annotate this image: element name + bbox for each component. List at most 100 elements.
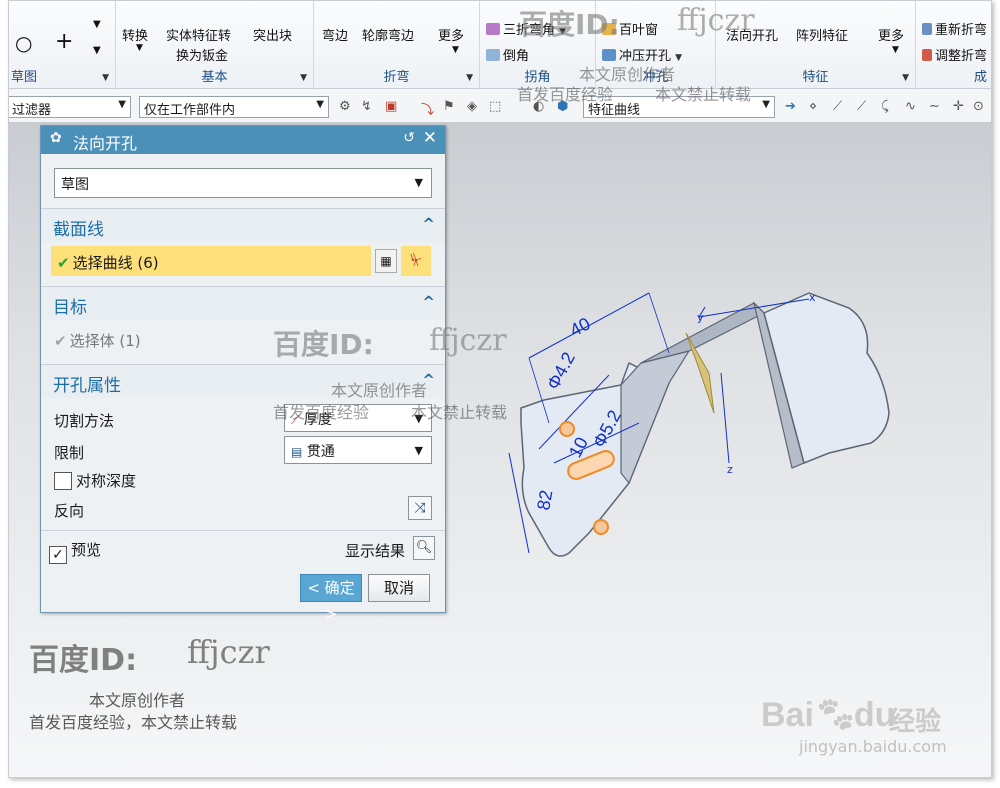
check-icon: ✔ [57,254,70,272]
watermark-id-label: 百度ID: [273,328,374,361]
z-axis-label: z [727,463,733,476]
close-icon[interactable]: ✕ [423,128,437,148]
curve-rule-value: 特征曲线 [588,103,641,118]
symmetric-depth-checkbox[interactable]: 对称深度 [54,470,136,491]
curve-select-icon[interactable]: ⏧ [401,246,431,276]
select-curve-row[interactable]: ✔ 选择曲线 (6) [51,246,371,276]
type-filter-select[interactable]: 过滤器 ▼ [9,96,131,118]
adjust-fold-button[interactable]: 调整折弯 [922,45,987,64]
chevron-down-icon[interactable]: ▼ [300,73,307,83]
jingyan-url: jingyan.baidu.com [799,737,947,756]
y-axis-label: y [697,311,704,324]
target-header[interactable]: 目标 ^ [41,286,445,320]
refold-icon [922,23,932,35]
through-all-icon: ▤ [291,445,303,459]
select-body-row[interactable]: ✔ 选择体 (1) [54,330,141,351]
select-all-icon[interactable]: ▣ [385,99,397,114]
chevron-down-icon[interactable]: ▼ [136,43,143,53]
show-result-icon[interactable]: 🔍︎ [413,536,435,560]
section-curve-header[interactable]: 截面线 ^ [41,208,445,242]
reset-icon[interactable]: ↺ [403,130,415,146]
punch-icon [602,49,616,61]
ok-button[interactable]: < 确定 > [300,574,362,623]
right-flange-face[interactable] [763,292,890,465]
chevron-down-icon[interactable]: ▼ [452,45,459,55]
chamfer-button[interactable]: 倒角 [486,45,529,64]
symmetric-depth-label: 对称深度 [76,472,137,490]
contour-flange-button[interactable]: 轮廓弯边 [362,25,414,44]
z-axis-line [720,372,730,464]
line-icon[interactable]: ⟋ [833,99,842,114]
limit-label: 限制 [54,444,85,462]
watermark-text: 本文原创作者 [89,691,186,710]
wave-icon[interactable]: ∼ [929,99,940,114]
chevron-down-icon[interactable]: ▼ [102,73,109,83]
select-tool-icon[interactable]: ↯ [361,99,372,114]
point-snap-icon[interactable]: ⋄ [809,99,817,114]
emboss-button[interactable]: 突出块 [253,25,292,44]
crosshair-icon[interactable]: ✛ [953,99,964,114]
checkbox-empty[interactable] [54,472,72,490]
selected-hole-circle[interactable] [559,421,575,437]
filter-tool-icon[interactable]: ⚙ [339,99,351,114]
line-icon[interactable]: ⟋ [857,99,866,114]
chevron-down-icon[interactable]: ▼ [93,45,101,56]
pointer-icon[interactable]: ⤵ [421,99,434,118]
scope-filter-value: 仅在工作部件内 [144,103,236,118]
box-select-icon[interactable]: ⬚ [489,99,501,114]
chevron-down-icon[interactable]: ▼ [902,73,909,83]
checkbox-checked[interactable]: ✓ [49,546,67,564]
three-fold-icon [486,23,500,35]
preview-label: 预览 [71,541,102,559]
solid-to-sheetmetal-button[interactable]: 实体特征转 [166,25,231,44]
selected-hole-circle[interactable] [593,519,609,535]
ribbon-group-label: 草图 [11,70,38,85]
highlight-icon[interactable]: ⚑ [443,99,455,114]
paw-icon: 🐾︎ [813,696,858,734]
dialog-title-bar[interactable]: ✿ 法向开孔 ↺ ✕ [41,126,445,154]
dimension-line [648,292,670,354]
reverse-direction-icon[interactable]: ⤨ [408,496,432,520]
preview-checkbox[interactable]: ✓ 预览 [49,539,101,564]
target-icon[interactable]: ⊙ [973,99,984,114]
limit-select[interactable]: ▤ 贯通 ▼ [284,436,432,464]
sketch-section-icon[interactable]: ▦ [375,249,397,273]
chevron-down-icon[interactable]: ▼ [892,45,899,55]
select-body-text: 选择体 (1) [69,332,141,350]
refold-button[interactable]: 重新折弯 [922,19,987,38]
dimension-label: 82 [533,488,556,511]
plus-icon[interactable]: + [55,29,73,54]
pattern-feature-button[interactable]: 阵列特征 [796,25,848,44]
baidu-logo-text: Bai🐾︎du [761,695,895,735]
spline-icon[interactable]: ∿ [905,99,916,114]
snap-icon[interactable]: ◈ [467,99,477,114]
more-button[interactable]: 更多 [438,25,464,44]
chevron-down-icon: ▼ [316,99,324,110]
chevron-down-icon: ▼ [762,99,770,110]
chevron-down-icon[interactable]: ▼ [675,53,682,63]
dimension-label: 40 [566,313,593,340]
chevron-down-icon[interactable]: ▼ [466,73,473,83]
gear-icon[interactable]: ✿ [50,130,62,146]
normal-cutout-dialog: ✿ 法向开孔 ↺ ✕ 草图 ▼ 截面线 ^ ✔ 选择曲线 (6) ▦ ⏧ 目标 ^… [40,125,446,623]
scope-filter-select[interactable]: 仅在工作部件内 ▼ [139,96,329,118]
watermark-id-label: 百度ID: [519,8,620,41]
more-button[interactable]: 更多 [878,25,904,44]
collapse-icon[interactable]: ^ [422,215,435,233]
convert-button[interactable]: 转换 [122,25,148,44]
limit-value: 贯通 [306,444,335,460]
watermark-id-value: ffjczr [677,3,755,38]
type-select[interactable]: 草图 ▼ [54,168,432,198]
flange-button[interactable]: 弯边 [322,25,348,44]
cancel-button[interactable]: 取消 [368,574,430,602]
chevron-down-icon: ▼ [118,99,126,110]
chevron-down-icon[interactable]: ▼ [93,19,101,30]
adjust-fold-label: 调整折弯 [935,49,988,64]
circle-icon[interactable]: ○ [15,31,32,55]
ribbon-group-basic: 转换 ▼ 实体特征转 换为钣金 突出块 基本 ▼ [116,1,314,89]
watermark-id-value: ffjczr [187,633,270,671]
arrow-right-icon[interactable]: ➔ [785,99,796,114]
collapse-icon[interactable]: ^ [422,293,435,311]
curve-icon[interactable]: ⤹ [881,99,889,114]
jingyan-logo-text: 经验 [889,707,942,737]
